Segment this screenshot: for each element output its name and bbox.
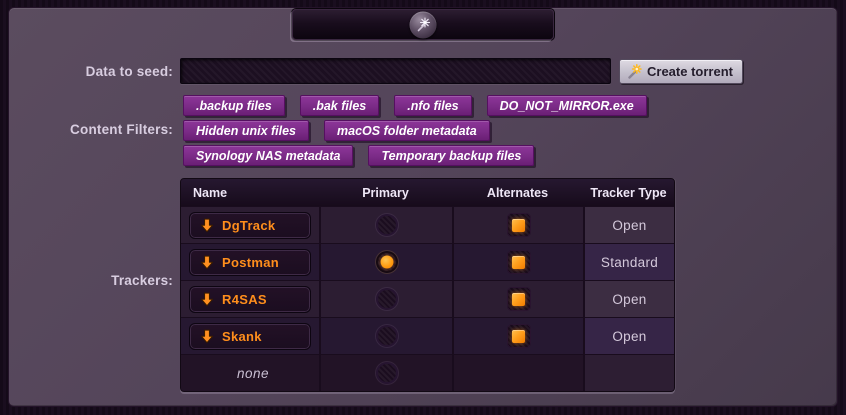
trackers-table-header: Name Primary Alternates Tracker Type — [181, 179, 674, 206]
alternates-checkbox[interactable] — [507, 250, 531, 274]
name-cell: Skank — [181, 318, 319, 354]
down-arrow-icon — [200, 292, 214, 307]
trackers-table: Name Primary Alternates Tracker Type DgT… — [180, 178, 675, 392]
primary-cell — [319, 318, 452, 354]
table-row: R4SAS Open — [181, 280, 674, 317]
wand-sparkle-icon — [410, 11, 437, 38]
name-cell: Postman — [181, 244, 319, 280]
create-torrent-button[interactable]: Create torrent — [619, 59, 743, 84]
table-row: DgTrack Open — [181, 206, 674, 243]
checkbox-check — [512, 256, 525, 269]
primary-radio[interactable] — [376, 214, 398, 236]
alternates-cell — [452, 244, 583, 280]
primary-radio[interactable] — [376, 251, 398, 273]
tracker-name-label: DgTrack — [222, 218, 275, 233]
torrent-creator-window: Data to seed: Create torrent Content Fil… — [0, 0, 846, 415]
primary-cell — [319, 281, 452, 317]
alternates-checkbox[interactable] — [507, 287, 531, 311]
tracker-type-cell — [583, 355, 674, 391]
table-row: Postman Standard — [181, 243, 674, 280]
tracker-type-cell: Standard — [583, 244, 674, 280]
tracker-type-label: Open — [612, 292, 646, 307]
content-filter-chip[interactable]: .nfo files — [394, 95, 471, 116]
checkbox-check — [512, 330, 525, 343]
wand-header-button[interactable] — [292, 9, 554, 40]
primary-radio[interactable] — [376, 325, 398, 347]
checkbox-check — [512, 219, 525, 232]
name-cell: none — [181, 355, 319, 391]
tracker-type-label: Standard — [601, 255, 658, 270]
trackers-label: Trackers: — [8, 273, 173, 288]
name-cell: R4SAS — [181, 281, 319, 317]
tracker-type-label: Open — [612, 329, 646, 344]
tracker-name-button[interactable]: DgTrack — [189, 212, 311, 239]
table-row: none — [181, 354, 674, 391]
column-header-name: Name — [181, 179, 319, 206]
alternates-cell — [452, 281, 583, 317]
tracker-type-label: Open — [612, 218, 646, 233]
alternates-cell — [452, 207, 583, 243]
alternates-cell — [452, 318, 583, 354]
primary-cell — [319, 244, 452, 280]
tracker-name-label: R4SAS — [222, 292, 267, 307]
down-arrow-icon — [200, 255, 214, 270]
alternates-cell — [452, 355, 583, 391]
tracker-name-button[interactable]: Postman — [189, 249, 311, 276]
alternates-checkbox[interactable] — [507, 324, 531, 348]
wand-icon — [626, 64, 642, 80]
content-filter-chip[interactable]: macOS folder metadata — [324, 120, 490, 141]
alternates-checkbox[interactable] — [507, 213, 531, 237]
tracker-name-label: Skank — [222, 329, 262, 344]
content-filters-label: Content Filters: — [8, 122, 173, 137]
column-header-tracker-type: Tracker Type — [583, 179, 674, 206]
create-torrent-label: Create torrent — [647, 64, 733, 79]
primary-cell — [319, 355, 452, 391]
checkbox-check — [512, 293, 525, 306]
table-row: Skank Open — [181, 317, 674, 354]
tracker-type-cell: Open — [583, 207, 674, 243]
data-to-seed-input[interactable] — [180, 58, 611, 84]
primary-radio[interactable] — [376, 288, 398, 310]
primary-cell — [319, 207, 452, 243]
tracker-type-cell: Open — [583, 318, 674, 354]
content-filter-chip[interactable]: .backup files — [183, 95, 285, 116]
trackers-table-body: DgTrack Open Postman — [181, 206, 674, 391]
down-arrow-icon — [200, 329, 214, 344]
tracker-type-cell: Open — [583, 281, 674, 317]
content-filter-chip[interactable]: Hidden unix files — [183, 120, 309, 141]
content-filter-chips: .backup files .bak files .nfo files DO_NOT_… — [183, 95, 655, 166]
name-cell: DgTrack — [181, 207, 319, 243]
content-filter-chip[interactable]: Temporary backup files — [368, 145, 534, 166]
tracker-name-label: Postman — [222, 255, 279, 270]
tracker-name-button[interactable]: Skank — [189, 323, 311, 350]
column-header-alternates: Alternates — [452, 179, 583, 206]
content-filter-chip[interactable]: DO_NOT_MIRROR.exe — [487, 95, 647, 116]
data-to-seed-label: Data to seed: — [8, 64, 173, 79]
down-arrow-icon — [200, 218, 214, 233]
content-filter-chip[interactable]: Synology NAS metadata — [183, 145, 353, 166]
tracker-name-button[interactable]: R4SAS — [189, 286, 311, 313]
column-header-primary: Primary — [319, 179, 452, 206]
none-label: none — [237, 366, 269, 381]
content-filter-chip[interactable]: .bak files — [300, 95, 380, 116]
primary-radio[interactable] — [376, 362, 398, 384]
